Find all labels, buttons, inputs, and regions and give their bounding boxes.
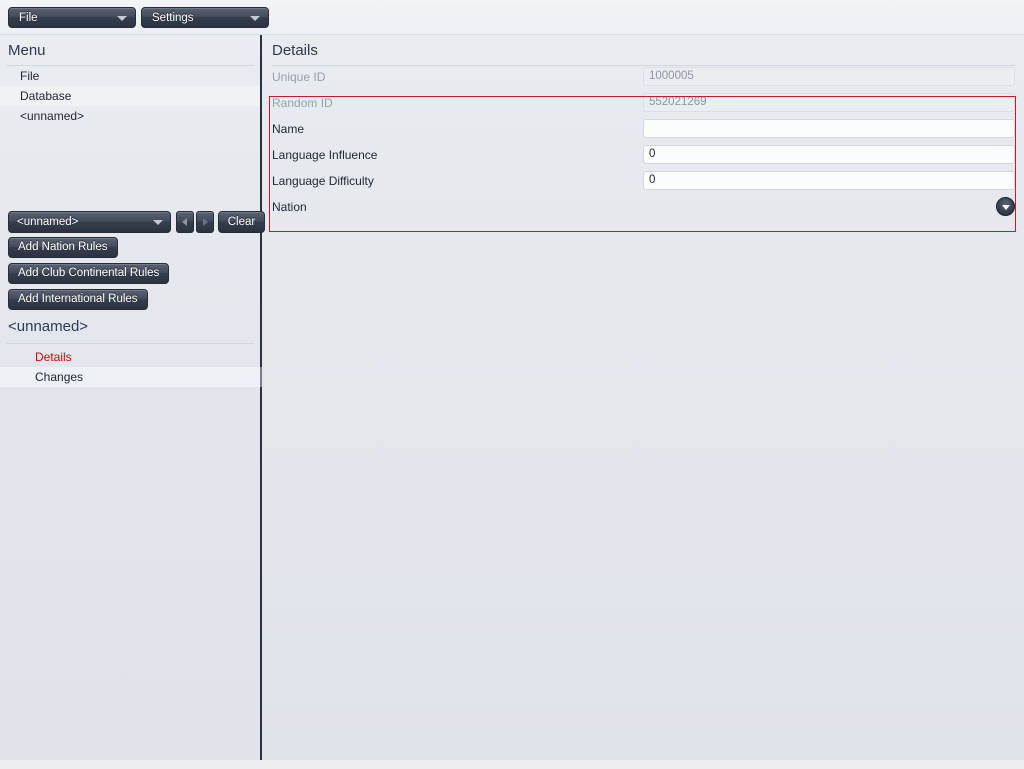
clear-button-label: Clear: [227, 216, 256, 228]
sidebar-item-label: Database: [20, 89, 72, 103]
field-label: Nation: [272, 200, 307, 214]
menu-button-file-label: File: [19, 12, 38, 24]
menu-button-file[interactable]: File: [8, 7, 136, 28]
nation-picker-button[interactable]: [996, 197, 1015, 216]
previous-record-button[interactable]: [176, 211, 194, 233]
name-input[interactable]: [643, 119, 1015, 138]
triangle-left-icon: [182, 218, 187, 226]
chevron-down-icon: [117, 15, 127, 21]
window-bottom-strip: [0, 760, 1024, 769]
sidebar-subsection-divider: [6, 343, 254, 344]
record-combo-value: <unnamed>: [17, 216, 79, 228]
add-international-rules-button[interactable]: Add International Rules: [8, 289, 148, 310]
menu-bar: File Settings: [0, 0, 1024, 35]
record-selector-row: <unnamed> Clear: [8, 211, 265, 233]
sidebar-item-label: Changes: [35, 370, 84, 384]
triangle-right-icon: [203, 218, 208, 226]
sidebar-item-database[interactable]: Database: [0, 86, 260, 106]
chevron-down-icon: [153, 220, 163, 225]
language-difficulty-input[interactable]: 0: [643, 171, 1015, 190]
sidebar-item-changes[interactable]: Changes: [0, 367, 262, 387]
dropdown-circle-icon: [1001, 204, 1010, 210]
add-nation-rules-button[interactable]: Add Nation Rules: [8, 237, 118, 258]
field-label: Unique ID: [272, 70, 326, 84]
sidebar-item-unnamed[interactable]: <unnamed>: [0, 106, 260, 126]
add-nation-rules-label: Add Nation Rules: [18, 241, 108, 253]
details-panel: Details Unique ID 1000005 Random ID 5520…: [264, 35, 1024, 760]
unique-id-input: 1000005: [643, 67, 1015, 86]
details-field-list: Unique ID 1000005 Random ID 552021269 Na…: [264, 64, 1024, 220]
record-combo-box[interactable]: <unnamed>: [8, 211, 171, 233]
language-influence-input[interactable]: 0: [643, 145, 1015, 164]
add-international-rules-label: Add International Rules: [18, 293, 138, 305]
add-club-continental-rules-button[interactable]: Add Club Continental Rules: [8, 263, 170, 284]
field-row-name: Name: [264, 116, 1024, 142]
field-label: Name: [272, 122, 305, 136]
sidebar: Menu File Database <unnamed> <unnamed> C…: [0, 35, 265, 760]
field-label: Language Difficulty: [272, 174, 374, 188]
sidebar-item-label: <unnamed>: [20, 109, 85, 123]
sidebar-item-details[interactable]: Details: [0, 347, 262, 367]
field-label: Random ID: [272, 96, 333, 110]
sidebar-title: Menu: [8, 42, 46, 59]
field-label: Language Influence: [272, 148, 378, 162]
sidebar-item-label: File: [20, 69, 40, 83]
sidebar-item-file[interactable]: File: [0, 66, 260, 86]
next-record-button[interactable]: [196, 211, 214, 233]
chevron-down-icon: [250, 15, 260, 21]
sidebar-sub-list: Details Changes: [0, 347, 262, 387]
field-row-language-difficulty: Language Difficulty 0: [264, 168, 1024, 194]
details-title: Details: [272, 42, 318, 59]
menu-button-settings[interactable]: Settings: [141, 7, 269, 28]
menu-button-settings-label: Settings: [152, 12, 194, 24]
random-id-input: 552021269: [643, 93, 1015, 112]
field-row-random-id: Random ID 552021269: [264, 90, 1024, 116]
field-row-nation: Nation: [264, 194, 1024, 220]
sidebar-item-label: Details: [35, 350, 72, 364]
add-club-continental-rules-label: Add Club Continental Rules: [18, 267, 160, 279]
sidebar-nav-list: File Database <unnamed>: [0, 66, 260, 126]
clear-button[interactable]: Clear: [218, 211, 265, 233]
field-row-language-influence: Language Influence 0: [264, 142, 1024, 168]
application-window: File Settings Menu File Database <unname…: [0, 0, 1024, 769]
sidebar-subsection-title: <unnamed>: [8, 318, 89, 335]
field-row-unique-id: Unique ID 1000005: [264, 64, 1024, 90]
